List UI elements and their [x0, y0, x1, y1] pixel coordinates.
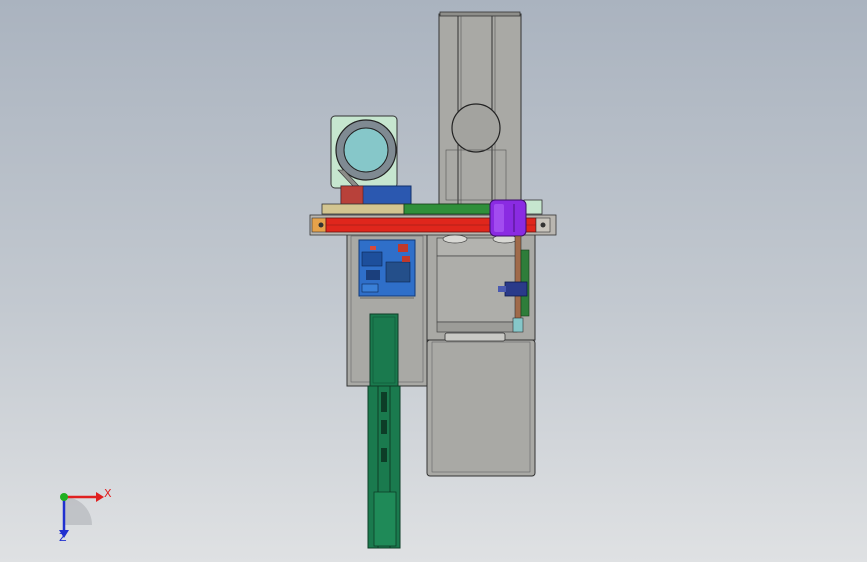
control-board: [358, 239, 416, 299]
z-axis-label: Z: [59, 531, 67, 544]
lower-cabinet: [426, 332, 536, 477]
green-conveyor: [367, 313, 401, 549]
assembly-model[interactable]: X Z: [0, 0, 867, 562]
view-triad[interactable]: X Z: [59, 487, 112, 544]
purple-cylinder: [489, 199, 527, 237]
cad-viewport[interactable]: X Z: [0, 0, 867, 562]
x-axis-label: X: [104, 487, 112, 500]
vertical-tower: [438, 11, 522, 205]
y-axis-dot: [60, 493, 68, 501]
motor-assembly: [330, 115, 412, 205]
x-axis-arrowhead: [96, 492, 104, 502]
